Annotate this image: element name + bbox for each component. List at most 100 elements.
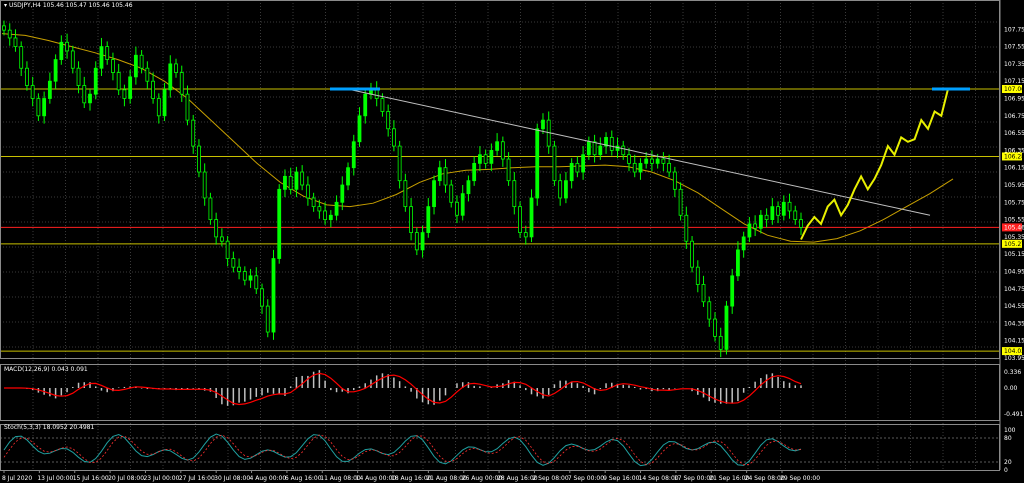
candle-body xyxy=(254,275,259,290)
candle-body xyxy=(231,258,236,268)
candle-body xyxy=(414,232,419,251)
candle-body xyxy=(541,119,545,130)
candle-body xyxy=(781,201,786,216)
candle-body xyxy=(311,197,316,208)
candle-body xyxy=(621,145,626,156)
candle-body xyxy=(179,72,184,95)
time-tick-label: 9 Sep 16:00 xyxy=(603,475,639,482)
candle-body xyxy=(672,171,677,190)
candle-body xyxy=(667,162,672,173)
candle-body xyxy=(162,89,167,117)
candle-body xyxy=(627,154,631,164)
candle-body xyxy=(7,29,12,39)
candle-body xyxy=(644,158,649,164)
candle-body xyxy=(793,210,798,220)
candle-body xyxy=(472,162,477,182)
candle-body xyxy=(334,201,339,216)
candle-body xyxy=(288,175,293,190)
time-tick-label: 2 Sep 08:00 xyxy=(532,475,568,482)
candle-body xyxy=(529,197,534,238)
candle-body xyxy=(690,240,694,268)
candle-body xyxy=(76,67,81,86)
candle-body xyxy=(133,54,138,78)
candle-body xyxy=(483,154,488,164)
candle-body xyxy=(25,67,29,86)
level-tag-label: 107.06 xyxy=(1004,86,1024,93)
candle-body xyxy=(93,67,98,95)
candle-body xyxy=(695,266,700,285)
candle-body xyxy=(770,206,775,221)
candle-body xyxy=(713,318,717,337)
candle-body xyxy=(569,162,574,182)
macd-label: MACD(12,26,9) 0.043 0.091 xyxy=(4,366,88,373)
candle-body xyxy=(449,184,454,203)
candle-body xyxy=(523,232,528,238)
candle-body xyxy=(764,214,769,220)
candle-body xyxy=(168,63,173,91)
candle-body xyxy=(197,145,201,173)
candle-body xyxy=(552,145,557,182)
price-tick: 106.95 xyxy=(1004,96,1024,103)
candle-body xyxy=(105,46,110,60)
candle-body xyxy=(753,223,758,229)
candle-body xyxy=(741,236,746,251)
candle-body xyxy=(478,154,482,164)
candle-body xyxy=(518,206,522,233)
candle-body xyxy=(363,93,368,117)
candle-body xyxy=(500,141,505,160)
candle-body xyxy=(111,59,115,73)
candle-body xyxy=(13,37,18,48)
candle-body xyxy=(88,93,92,104)
price-tick: 106.15 xyxy=(1004,165,1024,172)
candle-body xyxy=(317,206,322,212)
price-tick: 104.15 xyxy=(1004,338,1024,345)
candle-body xyxy=(736,249,740,277)
candle-body xyxy=(265,305,270,333)
candle-body xyxy=(260,288,264,307)
candle-body xyxy=(271,258,276,333)
candle-body xyxy=(718,335,723,350)
time-tick-label: 21 Sep 16:00 xyxy=(709,475,749,482)
candle-body xyxy=(420,232,425,251)
price-tick: 107.75 xyxy=(1004,26,1024,33)
stoch-tick: 20 xyxy=(1004,459,1012,466)
candle-body xyxy=(535,128,540,199)
candle-body xyxy=(128,76,133,99)
candle-body xyxy=(380,98,385,112)
candle-body xyxy=(724,305,729,350)
time-tick-label: 6 Aug 16:00 xyxy=(285,475,322,482)
level-tag-label: 105.46 xyxy=(1004,224,1024,231)
candle-body xyxy=(632,162,637,173)
macd-tick: -0.491 xyxy=(1004,411,1024,418)
level-tag-label: 106.28 xyxy=(1004,153,1024,160)
price-tick: 105.55 xyxy=(1004,217,1024,224)
candle-body xyxy=(59,41,64,60)
time-tick-label: 13 Jul 00:00 xyxy=(37,475,73,482)
candle-body xyxy=(432,180,436,208)
candle-body xyxy=(374,89,379,99)
ohlc-values: 105.46 105.47 105.46 105.46 xyxy=(42,2,133,9)
dropdown-icon[interactable]: ▾ xyxy=(4,2,7,9)
candle-body xyxy=(403,180,408,208)
candle-body xyxy=(426,206,431,233)
candle-body xyxy=(581,154,586,173)
candle-body xyxy=(219,236,224,242)
stoch-tick: 0 xyxy=(1004,467,1008,474)
candle-body xyxy=(36,98,41,117)
stoch-tick: 100 xyxy=(1004,427,1016,434)
price-tick: 104.35 xyxy=(1004,320,1024,327)
candle-body xyxy=(466,180,471,195)
candle-body xyxy=(82,85,87,104)
candle-body xyxy=(391,128,396,147)
candle-body xyxy=(638,162,643,173)
price-tick: 104.75 xyxy=(1004,286,1024,293)
candle-body xyxy=(787,201,792,212)
candle-body xyxy=(506,158,511,182)
candle-body xyxy=(661,158,666,164)
candle-body xyxy=(42,98,47,117)
candle-body xyxy=(300,171,305,186)
trading-chart[interactable]: 107.75 107.55 107.35 107.15 106.95 106.75 106.… xyxy=(0,0,1024,483)
candle-body xyxy=(799,219,803,228)
candle-body xyxy=(512,180,517,208)
candle-body xyxy=(305,184,310,199)
